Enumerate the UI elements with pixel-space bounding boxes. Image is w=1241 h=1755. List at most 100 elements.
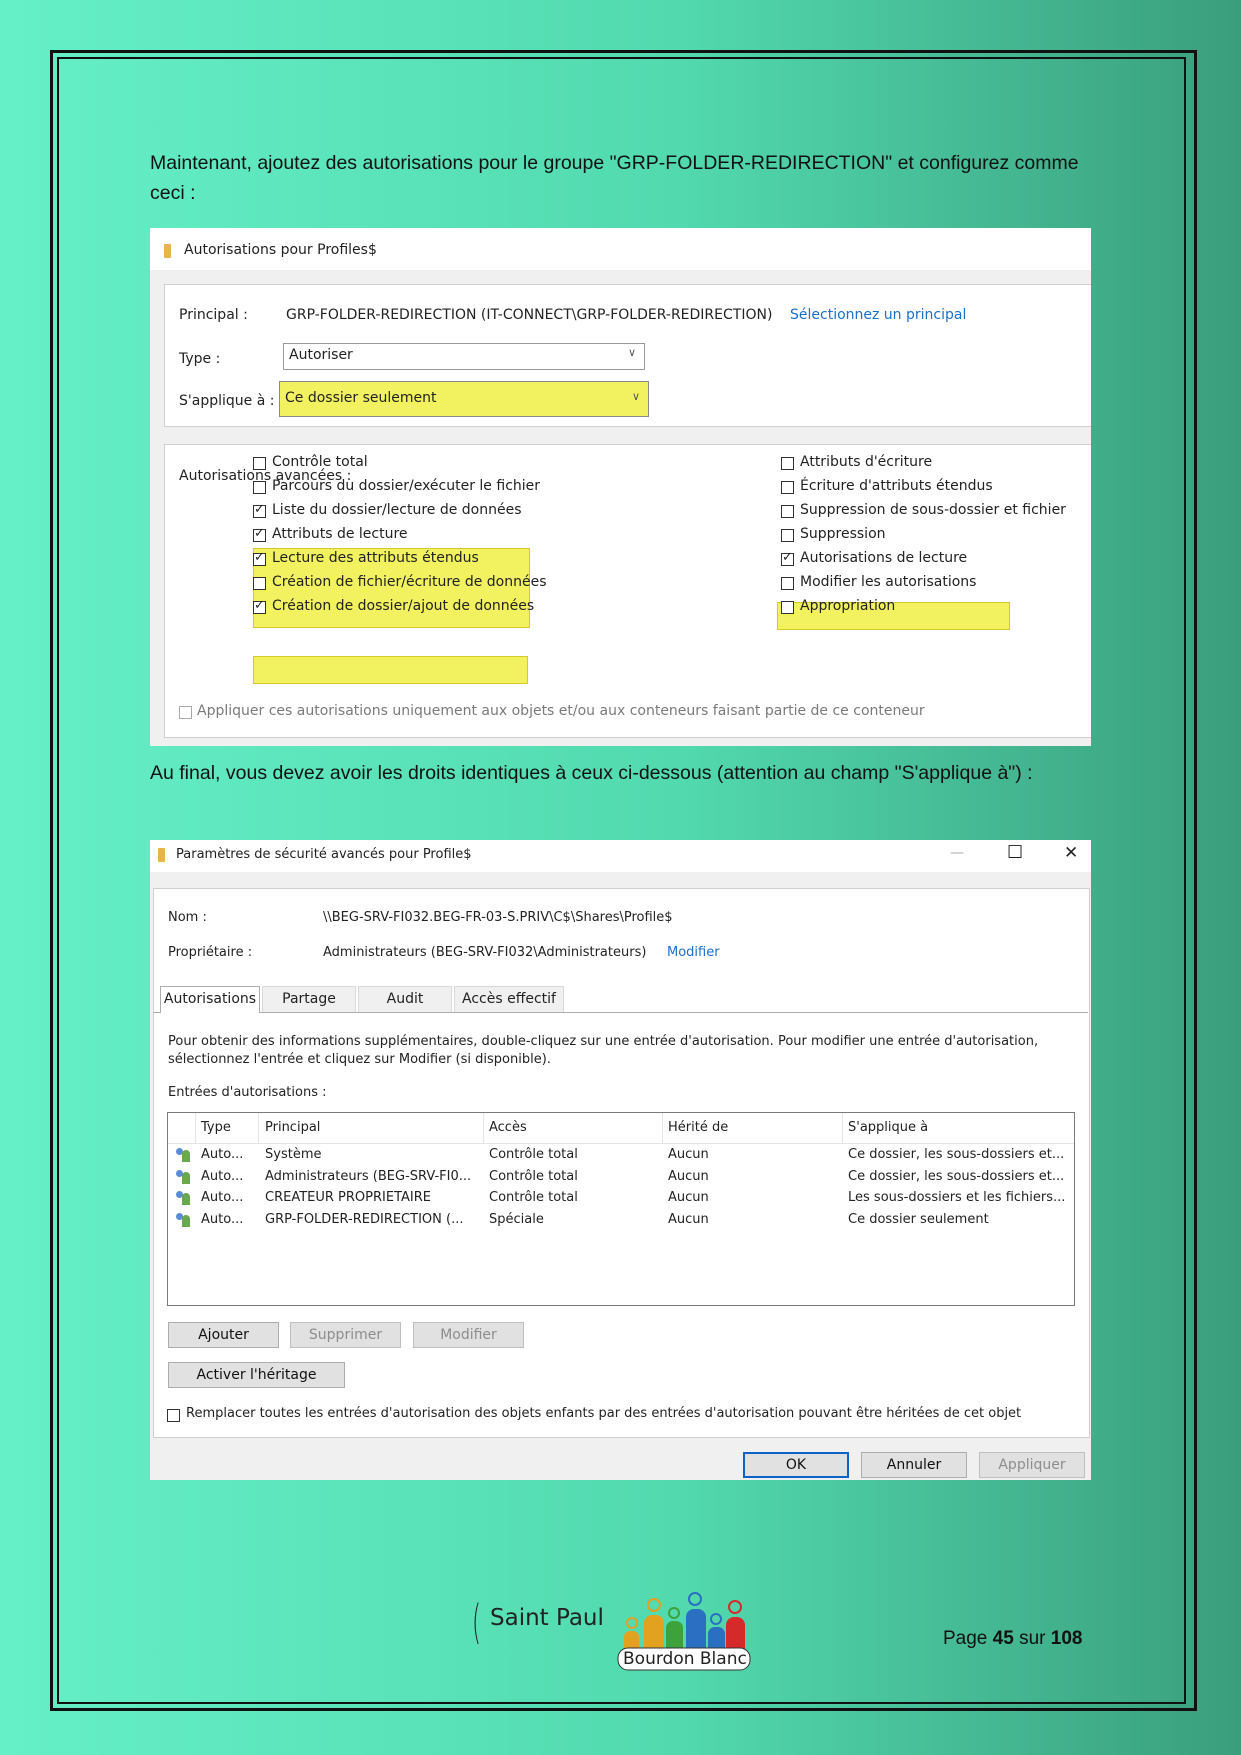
table-row[interactable]: Auto... CREATEUR PROPRIETAIRE Contrôle tot… <box>168 1188 1074 1209</box>
type-select-value: Autoriser <box>289 347 353 363</box>
people-figures-icon <box>617 1592 751 1671</box>
table-cell: Contrôle total <box>489 1168 578 1184</box>
perm-left-label-3: Attributs de lecture <box>272 526 408 542</box>
permission-entries-table[interactable]: Type Principal Accès Hérité de S'appliqu… <box>167 1112 1075 1306</box>
current-page: 45 <box>992 1628 1014 1649</box>
group-users-icon <box>175 1212 191 1227</box>
perm-left-checkbox-4[interactable] <box>253 550 266 566</box>
replace-child-entries-checkbox[interactable] <box>167 1409 180 1422</box>
page-number: Page 45 sur 108 <box>943 1628 1083 1649</box>
group-users-icon <box>175 1191 191 1205</box>
perm-left-label-6: Création de dossier/ajout de données <box>272 598 535 614</box>
table-cell: CREATEUR PROPRIETAIRE <box>265 1190 431 1205</box>
entries-label: Entrées d'autorisations : <box>168 1085 327 1100</box>
type-select[interactable]: Autoriser ∨ <box>283 343 645 370</box>
table-cell: Auto... <box>201 1168 244 1184</box>
table-cell: Contrôle total <box>489 1147 578 1162</box>
column-applies-to[interactable]: S'applique à <box>848 1120 928 1135</box>
perm-left-checkbox-1[interactable] <box>253 481 266 494</box>
total-pages: 108 <box>1050 1628 1083 1649</box>
table-cell: Aucun <box>668 1190 709 1205</box>
perm-left-checkbox-6[interactable] <box>253 598 266 614</box>
perm-left-checkbox-5[interactable] <box>253 577 266 590</box>
add-button[interactable]: Ajouter <box>168 1322 279 1348</box>
table-row[interactable]: Auto... Administrateurs (BEG-SRV-FI0... Co… <box>168 1167 1074 1188</box>
principal-label: Principal : <box>179 307 248 323</box>
tab-audit[interactable]: Audit <box>358 986 452 1012</box>
applies-to-select-value: Ce dossier seulement <box>285 390 437 406</box>
table-row[interactable]: Auto... GRP-FOLDER-REDIRECTION (... Spécia… <box>168 1210 1074 1231</box>
minimize-button[interactable]: — <box>950 845 964 861</box>
perm-right-checkbox-1[interactable] <box>781 481 794 494</box>
info-text-line1: Pour obtenir des informations supplément… <box>168 1034 1039 1049</box>
replace-child-entries-label: Remplacer toutes les entrées d'autorisat… <box>186 1406 1022 1421</box>
select-principal-link[interactable]: Sélectionnez un principal <box>790 307 966 323</box>
owner-label: Propriétaire : <box>168 945 253 960</box>
perm-right-label-2: Suppression de sous-dossier et fichier <box>800 502 1066 518</box>
close-button[interactable]: ✕ <box>1064 843 1078 863</box>
highlight-create-folder <box>253 656 528 684</box>
dialog-title: Paramètres de sécurité avancés pour Prof… <box>176 847 472 862</box>
table-cell: Aucun <box>668 1168 709 1184</box>
perm-right-label-5: Modifier les autorisations <box>800 574 977 590</box>
table-cell: Spéciale <box>489 1211 544 1227</box>
perm-right-checkbox-3[interactable] <box>781 529 794 542</box>
column-type[interactable]: Type <box>201 1120 231 1135</box>
perm-left-checkbox-2[interactable] <box>253 502 266 518</box>
logo-right-text: Bourdon Blanc <box>623 1649 747 1669</box>
group-users-icon <box>175 1169 191 1184</box>
table-cell: GRP-FOLDER-REDIRECTION (... <box>265 1211 464 1227</box>
table-cell: Aucun <box>668 1147 709 1162</box>
name-label: Nom : <box>168 910 207 925</box>
table-cell: Administrateurs (BEG-SRV-FI0... <box>265 1168 472 1184</box>
perm-right-checkbox-6[interactable] <box>781 601 794 614</box>
table-cell: Auto... <box>201 1211 244 1227</box>
maximize-button[interactable]: ☐ <box>1007 842 1023 863</box>
modify-button[interactable]: Modifier <box>413 1322 524 1348</box>
folder-icon <box>158 848 165 862</box>
perm-right-label-3: Suppression <box>800 526 886 542</box>
table-cell: Ce dossier, les sous-dossiers et... <box>848 1147 1065 1162</box>
perm-right-label-1: Écriture d'attributs étendus <box>800 478 993 494</box>
owner-value: Administrateurs (BEG-SRV-FI032\Administr… <box>323 945 647 960</box>
perm-right-label-0: Attributs d'écriture <box>800 454 933 470</box>
perm-right-checkbox-4[interactable] <box>781 550 794 566</box>
apply-only-label: Appliquer ces autorisations uniquement a… <box>197 703 925 719</box>
owner-modify-link[interactable]: Modifier <box>667 945 720 960</box>
applies-to-label: S'applique à : <box>179 393 275 409</box>
column-inherited-from[interactable]: Hérité de <box>668 1120 728 1135</box>
advanced-security-dialog: Paramètres de sécurité avancés pour Prof… <box>150 840 1091 1480</box>
column-principal[interactable]: Principal <box>265 1120 320 1135</box>
perm-left-checkbox-3[interactable] <box>253 526 266 542</box>
remove-button[interactable]: Supprimer <box>290 1322 401 1348</box>
applies-to-select[interactable]: Ce dossier seulement ∨ <box>279 381 649 417</box>
folder-icon <box>164 244 171 258</box>
chevron-down-icon: ∨ <box>627 346 636 359</box>
perm-right-checkbox-0[interactable] <box>781 457 794 470</box>
perm-left-label-4: Lecture des attributs étendus <box>272 550 479 566</box>
group-users-icon <box>175 1148 191 1162</box>
cancel-button[interactable]: Annuler <box>861 1452 967 1478</box>
perm-right-checkbox-5[interactable] <box>781 577 794 590</box>
between-paragraph: Au final, vous devez avoir les droits id… <box>150 762 1033 784</box>
principal-value: GRP-FOLDER-REDIRECTION (IT-CONNECT\GRP-F… <box>286 307 773 323</box>
logo-left-text: Saint Paul <box>490 1605 604 1631</box>
ok-button[interactable]: OK <box>743 1452 849 1478</box>
enable-inheritance-button[interactable]: Activer l'héritage <box>168 1362 345 1388</box>
info-text-line2: sélectionnez l'entrée et cliquez sur Mod… <box>168 1052 551 1067</box>
dialog-title: Autorisations pour Profiles$ <box>184 242 377 258</box>
perm-right-checkbox-2[interactable] <box>781 505 794 518</box>
table-row[interactable]: Auto... Système Contrôle total Aucun Ce doss… <box>168 1145 1074 1166</box>
tab-permissions[interactable]: Autorisations <box>160 986 260 1013</box>
tab-effective-access[interactable]: Accès effectif <box>454 986 564 1012</box>
table-cell: Système <box>265 1147 322 1162</box>
apply-only-checkbox[interactable] <box>179 706 192 719</box>
tab-share[interactable]: Partage <box>262 986 356 1012</box>
column-access[interactable]: Accès <box>489 1120 527 1135</box>
perm-left-label-2: Liste du dossier/lecture de données <box>272 502 522 518</box>
tab-strip-line <box>153 1012 1088 1013</box>
perm-left-checkbox-0[interactable] <box>253 457 266 470</box>
table-cell: Auto... <box>201 1190 244 1205</box>
table-cell: Aucun <box>668 1211 709 1227</box>
apply-button[interactable]: Appliquer <box>979 1452 1085 1478</box>
